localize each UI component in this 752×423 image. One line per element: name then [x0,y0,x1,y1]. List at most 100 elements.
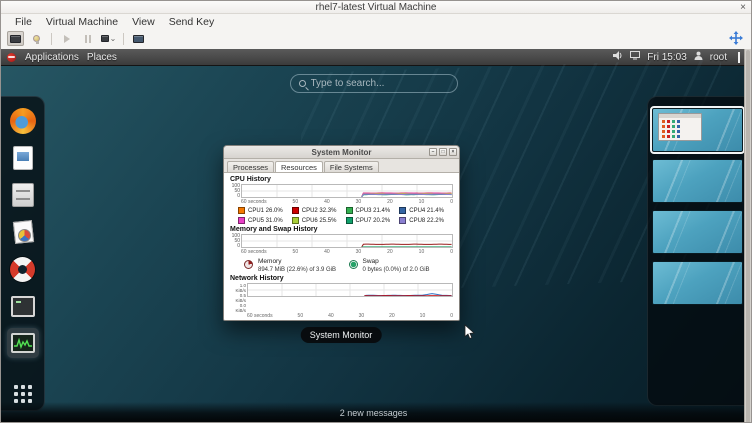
scrollbar-thumb[interactable] [746,50,750,423]
menu-view[interactable]: View [125,15,162,29]
dock-item-system-monitor[interactable] [7,328,39,358]
workspace-thumbnail-2[interactable] [652,159,743,203]
memory-pie-icon [244,260,253,269]
legend-item: CPU4 21.4% [399,207,453,214]
vm-viewer-window: rhel7-latest Virtual Machine × File Virt… [0,0,752,423]
tab-file-systems[interactable]: File Systems [324,161,379,172]
memory-detail: 894.7 MiB (22.6%) of 3.9 GiB [258,267,336,273]
system-monitor-tabs: Processes Resources File Systems [224,159,459,173]
menu-file[interactable]: File [8,15,39,29]
pause-icon [85,35,91,43]
viewer-menubar: File Virtual Machine View Send Key [1,14,751,30]
system-monitor-titlebar[interactable]: System Monitor – □ × [224,146,459,159]
tab-resources[interactable]: Resources [275,161,323,172]
message-tray[interactable]: 2 new messages [1,402,746,423]
viewer-titlebar: rhel7-latest Virtual Machine × [1,1,751,14]
color-swatch [399,207,406,214]
cpu-legend: CPU1 26.0% CPU2 32.3% CPU3 21.4% CPU4 21… [238,207,453,224]
swap-detail: 0 bytes (0.0%) of 2.0 GiB [363,267,430,273]
lifesaver-help-icon [10,257,35,282]
activities-overview: System Monitor – □ × Processes Resources… [1,66,746,423]
memory-y-axis: 100500 [230,234,241,249]
color-swatch [292,207,299,214]
legend-item: CPU5 31.0% [238,217,292,224]
mouse-cursor [464,324,475,345]
dock-item-file-manager[interactable] [7,180,39,210]
tray-message[interactable]: 2 new messages [340,408,408,418]
dock-item-help[interactable] [7,254,39,284]
color-swatch [399,217,406,224]
screen-capture-icon [133,35,144,43]
dock-item-terminal[interactable] [7,291,39,321]
legend-item: CPU1 26.0% [238,207,292,214]
close-button[interactable]: × [449,148,457,156]
show-applications-button[interactable] [14,385,32,403]
pan-arrows-icon [729,31,743,50]
firefox-icon [10,108,36,134]
dock-item-documents[interactable] [7,217,39,247]
memory-history-label: Memory and Swap History [230,226,453,233]
close-icon[interactable]: × [740,1,746,14]
cpu-x-axis: 60 seconds50403020100 [241,199,453,205]
play-icon [64,35,70,43]
workspace-thumbnail-3[interactable] [652,210,743,254]
dock-item-libreoffice[interactable] [7,143,39,173]
legend-item: CPU6 25.5% [292,217,346,224]
viewer-title: rhel7-latest Virtual Machine [316,2,437,13]
workspace-thumbnail-4[interactable] [652,261,743,305]
dock-item-firefox[interactable] [7,106,39,136]
screenshot-button[interactable] [130,31,147,46]
dash-dock [1,96,45,411]
memory-history-chart [241,234,453,248]
applications-menu[interactable]: Applications [21,52,83,63]
color-swatch [346,217,353,224]
system-monitor-window[interactable]: System Monitor – □ × Processes Resources… [223,145,460,321]
legend-item: CPU2 32.3% [292,207,346,214]
chevron-down-icon: ⌄ [110,34,117,43]
libreoffice-document-icon [13,146,33,170]
memory-legend: Memory 894.7 MiB (22.6%) of 3.9 GiB Swap… [244,258,453,273]
color-swatch [292,217,299,224]
search-icon [299,80,306,87]
legend-item: CPU8 22.2% [399,217,453,224]
window-caption-pill: System Monitor [301,327,382,343]
cpu-history-label: CPU History [230,176,453,183]
network-history-chart [247,283,453,297]
vertical-scrollbar[interactable] [744,49,751,423]
swap-dot-icon [349,260,358,269]
color-swatch [346,207,353,214]
redhat-logo-icon [7,53,16,62]
usb-light-button[interactable] [28,31,45,46]
maximize-button[interactable]: □ [439,148,447,156]
console-display-button[interactable] [7,31,24,46]
legend-item: CPU7 20.2% [346,217,400,224]
legend-item: CPU3 21.4% [346,207,400,214]
menu-send-key[interactable]: Send Key [162,15,222,29]
minimize-button[interactable]: – [429,148,437,156]
network-y-axis: 1.0 KiB/s0.5 KiB/s0.0 KiB/s [230,283,247,313]
tab-processes[interactable]: Processes [227,161,274,172]
cpu-history-chart [241,184,453,198]
shutdown-icon [101,35,109,42]
color-swatch [238,207,245,214]
resources-panel: CPU History 100500 60 seconds50403020100… [224,173,459,321]
menu-virtual-machine[interactable]: Virtual Machine [39,15,125,29]
memory-label: Memory [258,258,336,265]
workspace-thumbnail-1[interactable] [652,108,743,152]
search-input[interactable] [311,78,431,89]
shutdown-menu-button[interactable]: ⌄ [100,31,117,46]
search-bar[interactable] [290,74,458,93]
workspace-window-preview [658,113,702,141]
vm-display: Applications Places Fri 15:03 root [1,49,746,423]
run-button[interactable] [58,31,75,46]
toolbar-separator [51,33,52,45]
places-menu[interactable]: Places [83,52,121,63]
pause-button[interactable] [79,31,96,46]
toolbar-separator [123,33,124,45]
swap-label: Swap [363,258,430,265]
cpu-y-axis: 100500 [230,184,241,199]
documents-icon [12,220,34,244]
color-swatch [238,217,245,224]
network-x-axis: 60 seconds50403020100 [247,313,453,319]
monitor-icon [10,35,21,43]
